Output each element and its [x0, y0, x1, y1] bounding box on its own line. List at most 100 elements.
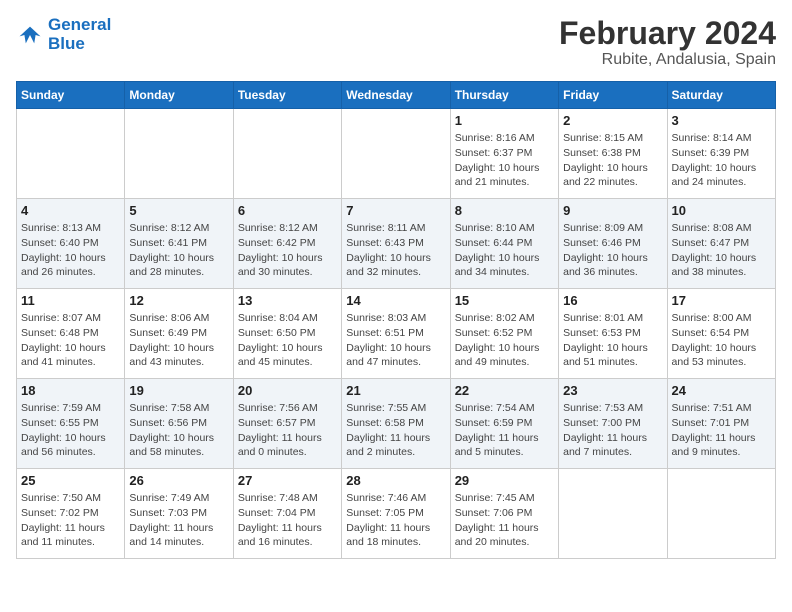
- calendar-cell: 2 Sunrise: 8:15 AM Sunset: 6:38 PM Daylig…: [559, 109, 667, 199]
- calendar-cell: 28 Sunrise: 7:46 AM Sunset: 7:05 PM Dayli…: [342, 469, 450, 559]
- day-number: 23: [563, 383, 662, 398]
- calendar-cell: 17 Sunrise: 8:00 AM Sunset: 6:54 PM Dayli…: [667, 289, 775, 379]
- column-header-tuesday: Tuesday: [233, 82, 341, 109]
- day-number: 12: [129, 293, 228, 308]
- calendar-cell: 6 Sunrise: 8:12 AM Sunset: 6:42 PM Daylig…: [233, 199, 341, 289]
- day-number: 3: [672, 113, 771, 128]
- calendar-cell: [17, 109, 125, 199]
- day-info: Sunrise: 8:13 AM Sunset: 6:40 PM Dayligh…: [21, 221, 120, 280]
- day-info: Sunrise: 8:16 AM Sunset: 6:37 PM Dayligh…: [455, 131, 554, 190]
- week-row-2: 4 Sunrise: 8:13 AM Sunset: 6:40 PM Daylig…: [17, 199, 776, 289]
- day-number: 27: [238, 473, 337, 488]
- day-info: Sunrise: 8:10 AM Sunset: 6:44 PM Dayligh…: [455, 221, 554, 280]
- calendar-cell: 25 Sunrise: 7:50 AM Sunset: 7:02 PM Dayli…: [17, 469, 125, 559]
- day-number: 19: [129, 383, 228, 398]
- day-number: 16: [563, 293, 662, 308]
- day-info: Sunrise: 7:48 AM Sunset: 7:04 PM Dayligh…: [238, 491, 337, 550]
- logo-icon: [16, 21, 44, 49]
- calendar-cell: 23 Sunrise: 7:53 AM Sunset: 7:00 PM Dayli…: [559, 379, 667, 469]
- day-info: Sunrise: 7:50 AM Sunset: 7:02 PM Dayligh…: [21, 491, 120, 550]
- day-number: 4: [21, 203, 120, 218]
- day-info: Sunrise: 8:01 AM Sunset: 6:53 PM Dayligh…: [563, 311, 662, 370]
- day-number: 10: [672, 203, 771, 218]
- calendar-cell: 10 Sunrise: 8:08 AM Sunset: 6:47 PM Dayli…: [667, 199, 775, 289]
- week-row-1: 1 Sunrise: 8:16 AM Sunset: 6:37 PM Daylig…: [17, 109, 776, 199]
- day-number: 28: [346, 473, 445, 488]
- day-info: Sunrise: 8:08 AM Sunset: 6:47 PM Dayligh…: [672, 221, 771, 280]
- day-info: Sunrise: 8:12 AM Sunset: 6:42 PM Dayligh…: [238, 221, 337, 280]
- day-info: Sunrise: 7:55 AM Sunset: 6:58 PM Dayligh…: [346, 401, 445, 460]
- calendar-cell: 26 Sunrise: 7:49 AM Sunset: 7:03 PM Dayli…: [125, 469, 233, 559]
- calendar-cell: 14 Sunrise: 8:03 AM Sunset: 6:51 PM Dayli…: [342, 289, 450, 379]
- calendar-cell: [559, 469, 667, 559]
- calendar-cell: 19 Sunrise: 7:58 AM Sunset: 6:56 PM Dayli…: [125, 379, 233, 469]
- day-number: 24: [672, 383, 771, 398]
- column-header-thursday: Thursday: [450, 82, 558, 109]
- column-header-saturday: Saturday: [667, 82, 775, 109]
- column-header-sunday: Sunday: [17, 82, 125, 109]
- day-info: Sunrise: 8:00 AM Sunset: 6:54 PM Dayligh…: [672, 311, 771, 370]
- day-info: Sunrise: 8:15 AM Sunset: 6:38 PM Dayligh…: [563, 131, 662, 190]
- day-info: Sunrise: 7:51 AM Sunset: 7:01 PM Dayligh…: [672, 401, 771, 460]
- column-header-monday: Monday: [125, 82, 233, 109]
- day-number: 14: [346, 293, 445, 308]
- day-number: 25: [21, 473, 120, 488]
- day-info: Sunrise: 7:56 AM Sunset: 6:57 PM Dayligh…: [238, 401, 337, 460]
- title-block: February 2024 Rubite, Andalusia, Spain: [559, 16, 776, 69]
- calendar-cell: 8Sunrise: 8:10 AM Sunset: 6:44 PM Daylig…: [450, 199, 558, 289]
- day-info: Sunrise: 8:09 AM Sunset: 6:46 PM Dayligh…: [563, 221, 662, 280]
- calendar-cell: [233, 109, 341, 199]
- calendar-cell: 27 Sunrise: 7:48 AM Sunset: 7:04 PM Dayli…: [233, 469, 341, 559]
- day-info: Sunrise: 7:59 AM Sunset: 6:55 PM Dayligh…: [21, 401, 120, 460]
- day-info: Sunrise: 7:54 AM Sunset: 6:59 PM Dayligh…: [455, 401, 554, 460]
- column-header-friday: Friday: [559, 82, 667, 109]
- page-title: February 2024: [559, 16, 776, 51]
- day-number: 22: [455, 383, 554, 398]
- day-number: 7: [346, 203, 445, 218]
- day-number: 1: [455, 113, 554, 128]
- calendar-cell: 21 Sunrise: 7:55 AM Sunset: 6:58 PM Dayli…: [342, 379, 450, 469]
- day-number: 26: [129, 473, 228, 488]
- day-info: Sunrise: 7:45 AM Sunset: 7:06 PM Dayligh…: [455, 491, 554, 550]
- day-info: Sunrise: 8:12 AM Sunset: 6:41 PM Dayligh…: [129, 221, 228, 280]
- page-header: General Blue February 2024 Rubite, Andal…: [16, 16, 776, 69]
- day-info: Sunrise: 8:02 AM Sunset: 6:52 PM Dayligh…: [455, 311, 554, 370]
- day-info: Sunrise: 7:49 AM Sunset: 7:03 PM Dayligh…: [129, 491, 228, 550]
- day-number: 18: [21, 383, 120, 398]
- day-number: 13: [238, 293, 337, 308]
- column-header-wednesday: Wednesday: [342, 82, 450, 109]
- day-number: 2: [563, 113, 662, 128]
- day-number: 15: [455, 293, 554, 308]
- calendar-cell: 20 Sunrise: 7:56 AM Sunset: 6:57 PM Dayli…: [233, 379, 341, 469]
- day-number: 17: [672, 293, 771, 308]
- calendar-cell: 24 Sunrise: 7:51 AM Sunset: 7:01 PM Dayli…: [667, 379, 775, 469]
- calendar-cell: 4 Sunrise: 8:13 AM Sunset: 6:40 PM Daylig…: [17, 199, 125, 289]
- calendar-cell: 5Sunrise: 8:12 AM Sunset: 6:41 PM Daylig…: [125, 199, 233, 289]
- day-number: 20: [238, 383, 337, 398]
- calendar-cell: [125, 109, 233, 199]
- day-number: 11: [21, 293, 120, 308]
- calendar-cell: 13Sunrise: 8:04 AM Sunset: 6:50 PM Dayli…: [233, 289, 341, 379]
- week-row-3: 11Sunrise: 8:07 AM Sunset: 6:48 PM Dayli…: [17, 289, 776, 379]
- calendar-cell: 22 Sunrise: 7:54 AM Sunset: 6:59 PM Dayli…: [450, 379, 558, 469]
- page-subtitle: Rubite, Andalusia, Spain: [559, 51, 776, 69]
- logo-text: General Blue: [48, 16, 111, 53]
- day-number: 21: [346, 383, 445, 398]
- day-info: Sunrise: 7:58 AM Sunset: 6:56 PM Dayligh…: [129, 401, 228, 460]
- day-info: Sunrise: 7:53 AM Sunset: 7:00 PM Dayligh…: [563, 401, 662, 460]
- week-row-4: 18 Sunrise: 7:59 AM Sunset: 6:55 PM Dayli…: [17, 379, 776, 469]
- calendar-cell: 12 Sunrise: 8:06 AM Sunset: 6:49 PM Dayli…: [125, 289, 233, 379]
- day-info: Sunrise: 8:06 AM Sunset: 6:49 PM Dayligh…: [129, 311, 228, 370]
- calendar-cell: 7Sunrise: 8:11 AM Sunset: 6:43 PM Daylig…: [342, 199, 450, 289]
- day-info: Sunrise: 7:46 AM Sunset: 7:05 PM Dayligh…: [346, 491, 445, 550]
- day-number: 6: [238, 203, 337, 218]
- day-info: Sunrise: 8:14 AM Sunset: 6:39 PM Dayligh…: [672, 131, 771, 190]
- week-row-5: 25 Sunrise: 7:50 AM Sunset: 7:02 PM Dayli…: [17, 469, 776, 559]
- calendar-cell: [667, 469, 775, 559]
- day-info: Sunrise: 8:03 AM Sunset: 6:51 PM Dayligh…: [346, 311, 445, 370]
- day-number: 29: [455, 473, 554, 488]
- calendar-cell: 11Sunrise: 8:07 AM Sunset: 6:48 PM Dayli…: [17, 289, 125, 379]
- calendar-cell: 3 Sunrise: 8:14 AM Sunset: 6:39 PM Daylig…: [667, 109, 775, 199]
- column-header-row: SundayMondayTuesdayWednesdayThursdayFrid…: [17, 82, 776, 109]
- calendar-cell: [342, 109, 450, 199]
